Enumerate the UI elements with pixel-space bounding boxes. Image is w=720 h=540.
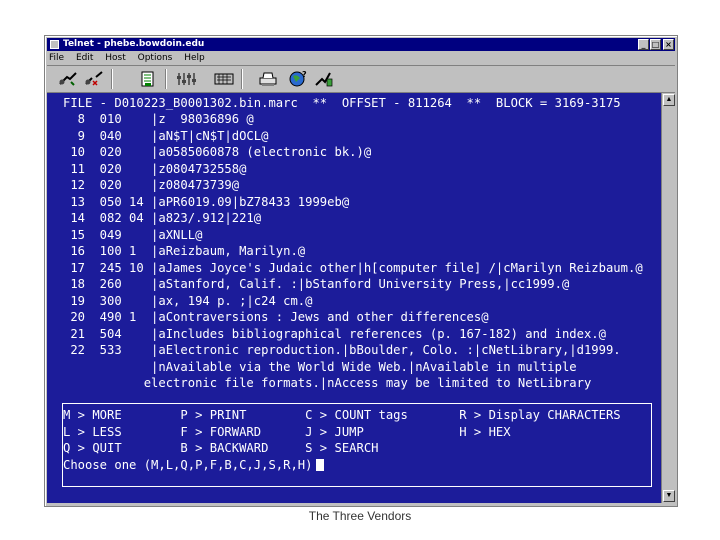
svg-text:?: ? (302, 70, 307, 79)
marc-field-line: 16 100 1 |aReizbaum, Marilyn.@ (63, 244, 306, 258)
menu-options[interactable]: Options (138, 53, 173, 63)
keyboard-icon[interactable] (213, 69, 235, 89)
marc-field-continuation: electronic file formats.|nAccess may be … (63, 376, 592, 390)
vertical-scrollbar[interactable]: ▲ ▼ (661, 93, 676, 503)
command-prompt: Choose one (M,L,Q,P,F,B,C,J,S,R,H) (63, 457, 313, 472)
marc-field-line: 15 049 |aXNLL@ (63, 227, 203, 242)
telnet-window: Telnet - phebe.bowdoin.edu _ □ × File Ed… (44, 35, 678, 507)
app-icon (50, 40, 59, 49)
cursor-help-icon[interactable] (313, 69, 335, 89)
marc-field-line: 22 533 |aElectronic reproduction.|bBould… (63, 343, 621, 357)
slide-caption: The Three Vendors (308, 509, 412, 523)
marc-field-line: 12 020 |z080473739@ (63, 178, 240, 192)
marc-field-line: 10 020 |a0585060878 (electronic bk.)@ (63, 145, 372, 159)
window-title: Telnet - phebe.bowdoin.edu (63, 39, 205, 49)
title-bar[interactable]: Telnet - phebe.bowdoin.edu _ □ × (47, 38, 675, 51)
toolbar-separator (241, 69, 243, 89)
marc-field-line: 14 082 04 |a823/.912|221@ (63, 211, 262, 225)
marc-field-line: 11 020 |z0804732558@ (63, 161, 247, 176)
marc-field-line: 13 050 14 |aPR6019.09|bZ78433 1999eb@ (63, 194, 350, 209)
command-prompt-line[interactable]: Choose one (M,L,Q,P,F,B,C,J,S,R,H) (63, 457, 325, 473)
settings-icon[interactable] (175, 69, 197, 89)
toolbar: ? (47, 65, 675, 93)
scroll-down-button[interactable]: ▼ (663, 490, 675, 502)
record-header: FILE - D010223_B0001302.bin.marc ** OFFS… (63, 96, 621, 110)
print-icon[interactable] (257, 69, 279, 89)
close-button[interactable]: × (663, 39, 674, 50)
connect-icon[interactable] (57, 69, 79, 89)
marc-field-line: 17 245 10 |aJames Joyce's Judaic other|h… (63, 260, 643, 275)
menu-host[interactable]: Host (105, 53, 126, 63)
menu-file[interactable]: File (49, 53, 64, 63)
log-icon[interactable] (137, 69, 159, 89)
marc-field-line: 9 040 |aN$T|cN$T|dOCL@ (63, 128, 269, 143)
marc-field-continuation: |nAvailable via the World Wide Web.|nAva… (63, 359, 577, 374)
minimize-button[interactable]: _ (638, 39, 649, 50)
command-option-line: Q > QUIT B > BACKWARD S > SEARCH (63, 441, 379, 455)
marc-field-line: 18 260 |aStanford, Calif. :|bStanford Un… (63, 277, 570, 291)
toolbar-separator (165, 69, 167, 89)
text-cursor (316, 458, 325, 471)
scroll-up-button[interactable]: ▲ (663, 94, 675, 106)
help-icon[interactable]: ? (287, 69, 309, 89)
command-option-line: L > LESS F > FORWARD J > JUMP H > HEX (63, 424, 511, 439)
menu-help[interactable]: Help (184, 53, 205, 63)
marc-field-line: 20 490 1 |aContraversions : Jews and oth… (63, 310, 489, 324)
marc-field-line: 21 504 |aIncludes bibliographical refere… (63, 326, 606, 341)
marc-field-line: 8 010 |z 98036896 @ (63, 112, 254, 126)
menu-bar: File Edit Host Options Help (49, 52, 214, 64)
terminal-screen[interactable]: FILE - D010223_B0001302.bin.marc ** OFFS… (47, 93, 661, 503)
toolbar-separator (111, 69, 113, 89)
marc-field-line: 19 300 |ax, 194 p. ;|c24 cm.@ (63, 293, 313, 308)
command-option-line: M > MORE P > PRINT C > COUNT tags R > Di… (63, 408, 621, 422)
menu-edit[interactable]: Edit (76, 53, 93, 63)
maximize-button[interactable]: □ (650, 39, 661, 50)
disconnect-icon[interactable] (83, 69, 105, 89)
